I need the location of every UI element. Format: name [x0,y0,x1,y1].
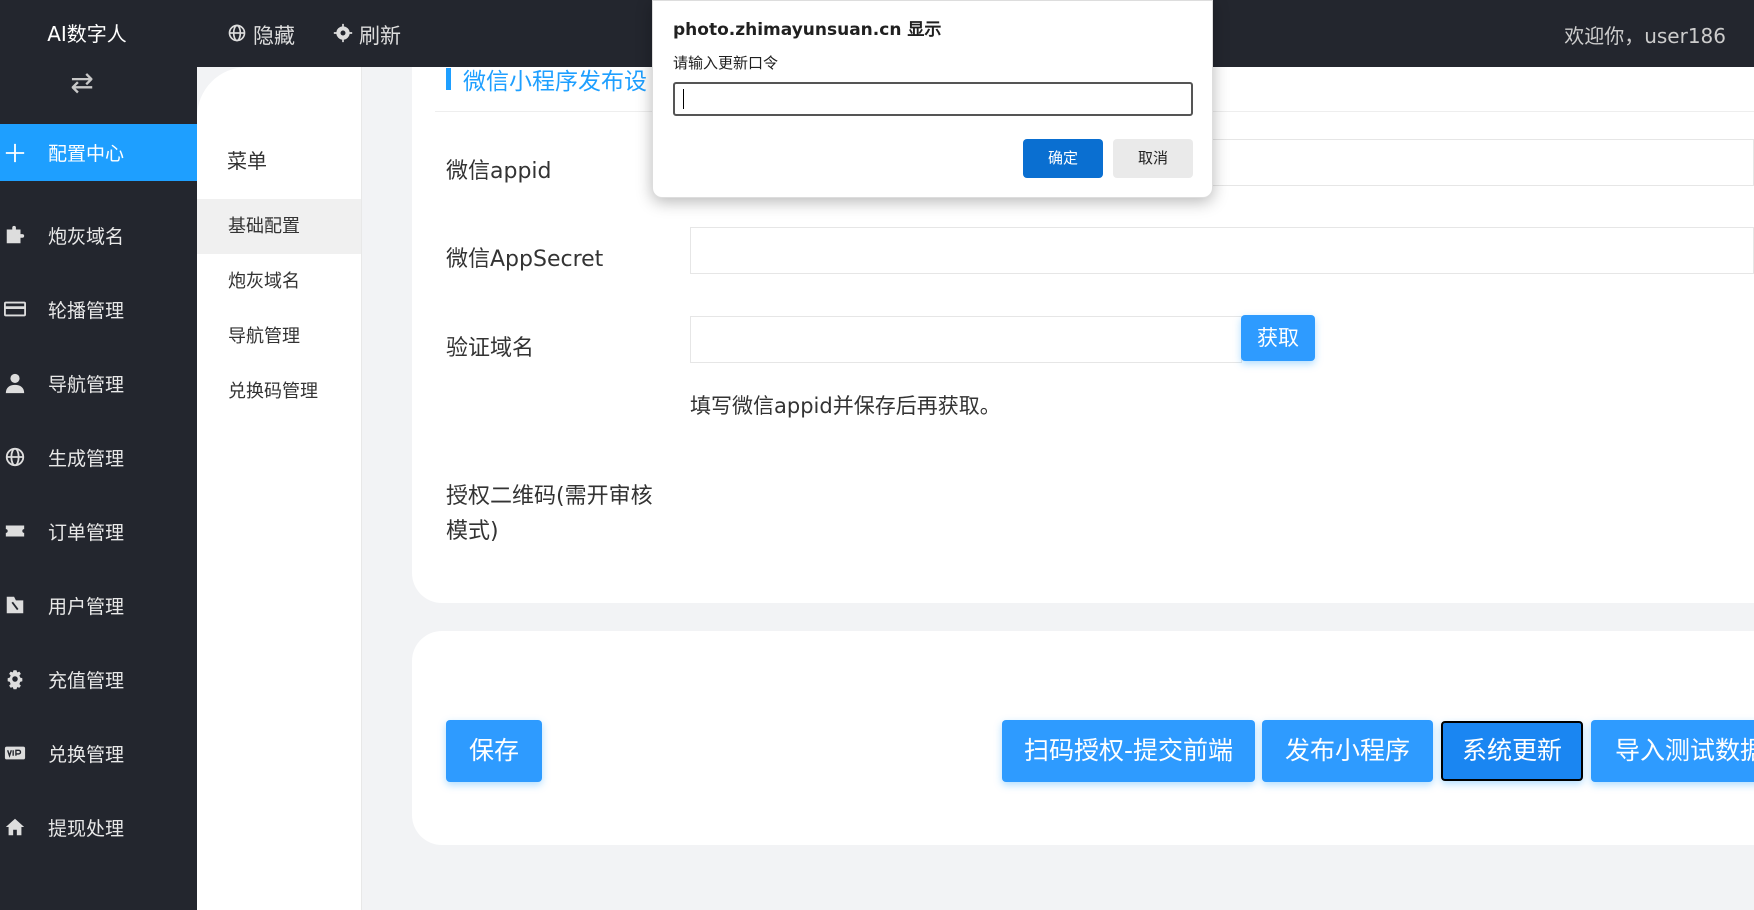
sidebar-item-label: 生成管理 [48,447,125,470]
domain-label: 验证域名 [446,336,535,361]
vip-icon [0,742,48,764]
save-button[interactable]: 保存 [446,720,542,782]
publish-miniprogram-button[interactable]: 发布小程序 [1262,720,1433,782]
sidebar-item-label: 轮播管理 [48,299,125,322]
sidebar-item-cannon-domain[interactable]: 炮灰域名 [0,198,197,272]
sidebar-item-label: 配置中心 [48,143,125,165]
hide-label: 隐藏 [253,24,295,48]
plus-icon [0,142,48,164]
qrcode-label-line1: 授权二维码(需开审核 [446,484,653,509]
dialog-title: photo.zhimayunsuan.cn 显示 [673,20,942,40]
submenu-item-basic-config[interactable]: 基础配置 [197,199,361,254]
submenu-title: 菜单 [227,149,267,173]
ticket-icon [0,520,48,542]
appsecret-input[interactable] [690,227,1754,274]
submenu-item-navigation[interactable]: 导航管理 [197,309,361,364]
dialog-message: 请输入更新口令 [673,54,779,72]
globe-icon [0,446,48,468]
sidebar-item-orders[interactable]: 订单管理 [0,494,197,568]
sidebar-item-exchange[interactable]: 兑换管理 [0,716,197,790]
sidebar-item-label: 充值管理 [48,669,125,692]
sidebar-item-label: 兑换管理 [48,743,125,766]
puzzle-icon [0,224,48,246]
sidebar-item-label: 订单管理 [48,521,125,544]
sidebar-item-carousel[interactable]: 轮播管理 [0,272,197,346]
prompt-dialog: photo.zhimayunsuan.cn 显示 请输入更新口令 确定 取消 [652,0,1213,198]
home-icon [0,816,48,838]
gear-icon [333,23,353,48]
card-icon [0,298,48,320]
sidebar-item-generation[interactable]: 生成管理 [0,420,197,494]
update-password-input[interactable] [673,82,1193,116]
text-caret [683,89,684,109]
hide-button[interactable]: 隐藏 [227,20,295,50]
globe-icon [227,23,247,48]
submenu-item-redeem-code[interactable]: 兑换码管理 [197,364,361,419]
swap-icon[interactable]: ⇄ [64,68,100,98]
sidebar: AI数字人 ⇄ 配置中心 炮灰域名 轮播管理 导航管理 生成管理 订单管理 用户… [0,0,197,910]
book-icon [0,594,48,616]
sidebar-item-label: 用户管理 [48,595,125,618]
qrcode-label-line2: 模式) [446,519,499,544]
refresh-label: 刷新 [359,24,401,48]
welcome-text[interactable]: 欢迎你，user186 [1564,20,1726,49]
sidebar-item-label: 导航管理 [48,373,125,396]
sidebar-item-recharge[interactable]: 充值管理 [0,642,197,716]
import-test-data-button[interactable]: 导入测试数据 [1591,720,1754,782]
secondary-menu: 菜单 基础配置 炮灰域名 导航管理 兑换码管理 [197,67,362,910]
domain-input[interactable] [690,316,1242,363]
get-domain-button[interactable]: 获取 [1241,315,1315,361]
sidebar-item-label: 提现处理 [48,817,125,840]
sidebar-item-withdraw[interactable]: 提现处理 [0,790,197,864]
sidebar-item-navigation[interactable]: 导航管理 [0,346,197,420]
domain-hint: 填写微信appid并保存后再获取。 [690,394,1001,418]
sidebar-nav: 配置中心 炮灰域名 轮播管理 导航管理 生成管理 订单管理 用户管理 充值管理 … [0,124,197,864]
app-logo: AI数字人 [47,22,127,46]
section-title: 微信小程序发布设 [446,62,647,96]
refresh-button[interactable]: 刷新 [333,20,401,50]
title-accent-bar [446,68,451,90]
scan-authorize-button[interactable]: 扫码授权-提交前端 [1002,720,1255,782]
system-update-button[interactable]: 系统更新 [1441,721,1583,781]
section-title-text: 微信小程序发布设 [463,69,647,95]
dialog-cancel-button[interactable]: 取消 [1113,139,1193,178]
sidebar-item-config-center[interactable]: 配置中心 [0,124,197,181]
dialog-ok-button[interactable]: 确定 [1023,139,1103,178]
sidebar-item-label: 炮灰域名 [48,225,125,248]
user-icon [0,372,48,394]
gear-icon [0,668,48,690]
appsecret-label: 微信AppSecret [446,247,604,272]
submenu-item-cannon-domain[interactable]: 炮灰域名 [197,254,361,309]
sidebar-item-users[interactable]: 用户管理 [0,568,197,642]
appid-label: 微信appid [446,159,552,184]
